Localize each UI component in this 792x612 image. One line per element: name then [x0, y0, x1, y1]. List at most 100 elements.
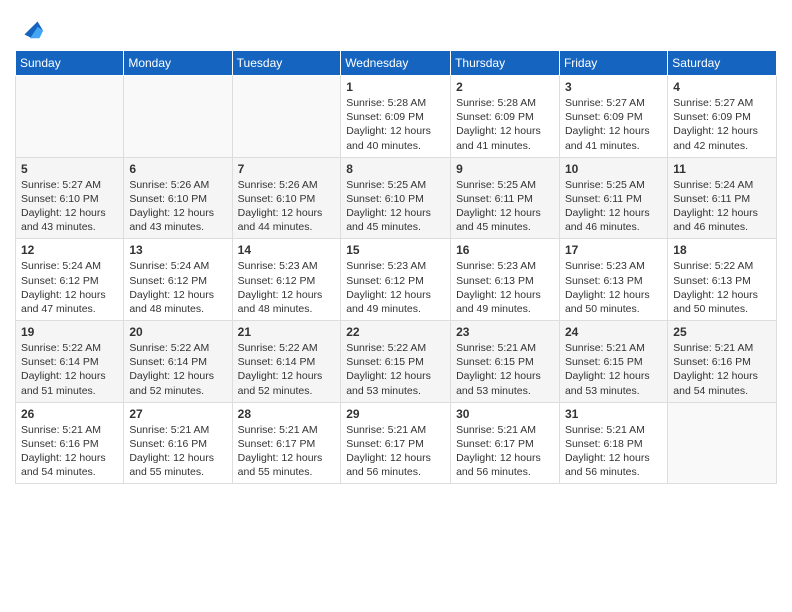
day-info: Sunrise: 5:22 AM Sunset: 6:14 PM Dayligh…	[21, 341, 118, 398]
day-info: Sunrise: 5:25 AM Sunset: 6:10 PM Dayligh…	[346, 178, 445, 235]
day-number: 3	[565, 80, 662, 94]
calendar-cell: 14 Sunrise: 5:23 AM Sunset: 6:12 PM Dayli…	[232, 239, 341, 321]
day-header-friday: Friday	[559, 51, 667, 76]
day-info: Sunrise: 5:22 AM Sunset: 6:14 PM Dayligh…	[129, 341, 226, 398]
day-number: 25	[673, 325, 771, 339]
day-info: Sunrise: 5:26 AM Sunset: 6:10 PM Dayligh…	[238, 178, 336, 235]
day-number: 28	[238, 407, 336, 421]
day-number: 20	[129, 325, 226, 339]
calendar-week-5: 26Sunrise: 5:21 AM Sunset: 6:16 PM Dayli…	[16, 402, 777, 484]
day-number: 22	[346, 325, 445, 339]
calendar-cell: 29 Sunrise: 5:21 AM Sunset: 6:17 PM Dayli…	[341, 402, 451, 484]
day-number: 27	[129, 407, 226, 421]
day-info: Sunrise: 5:25 AM Sunset: 6:11 PM Dayligh…	[565, 178, 662, 235]
calendar-cell: 5Sunrise: 5:27 AM Sunset: 6:10 PM Daylig…	[16, 157, 124, 239]
day-number: 9	[456, 162, 554, 176]
calendar-cell: 24 Sunrise: 5:21 AM Sunset: 6:15 PM Dayli…	[559, 321, 667, 403]
calendar-cell: 8 Sunrise: 5:25 AM Sunset: 6:10 PM Daylig…	[341, 157, 451, 239]
day-number: 7	[238, 162, 336, 176]
day-header-wednesday: Wednesday	[341, 51, 451, 76]
day-info: Sunrise: 5:21 AM Sunset: 6:16 PM Dayligh…	[673, 341, 771, 398]
day-number: 15	[346, 243, 445, 257]
day-number: 11	[673, 162, 771, 176]
day-number: 2	[456, 80, 554, 94]
day-number: 29	[346, 407, 445, 421]
calendar-cell: 19 Sunrise: 5:22 AM Sunset: 6:14 PM Dayli…	[16, 321, 124, 403]
day-number: 17	[565, 243, 662, 257]
calendar-cell	[124, 76, 232, 158]
calendar-cell: 27Sunrise: 5:21 AM Sunset: 6:16 PM Dayli…	[124, 402, 232, 484]
calendar-week-3: 12Sunrise: 5:24 AM Sunset: 6:12 PM Dayli…	[16, 239, 777, 321]
day-header-monday: Monday	[124, 51, 232, 76]
day-number: 13	[129, 243, 226, 257]
calendar-cell: 4Sunrise: 5:27 AM Sunset: 6:09 PM Daylig…	[668, 76, 777, 158]
day-info: Sunrise: 5:22 AM Sunset: 6:14 PM Dayligh…	[238, 341, 336, 398]
calendar-cell: 3 Sunrise: 5:27 AM Sunset: 6:09 PM Daylig…	[559, 76, 667, 158]
day-number: 4	[673, 80, 771, 94]
calendar-cell: 21 Sunrise: 5:22 AM Sunset: 6:14 PM Dayli…	[232, 321, 341, 403]
day-number: 31	[565, 407, 662, 421]
day-number: 26	[21, 407, 118, 421]
calendar-cell: 17 Sunrise: 5:23 AM Sunset: 6:13 PM Dayli…	[559, 239, 667, 321]
day-number: 19	[21, 325, 118, 339]
day-info: Sunrise: 5:24 AM Sunset: 6:12 PM Dayligh…	[129, 259, 226, 316]
day-info: Sunrise: 5:27 AM Sunset: 6:09 PM Dayligh…	[565, 96, 662, 153]
calendar-cell: 20 Sunrise: 5:22 AM Sunset: 6:14 PM Dayli…	[124, 321, 232, 403]
calendar-table: SundayMondayTuesdayWednesdayThursdayFrid…	[15, 50, 777, 484]
day-info: Sunrise: 5:27 AM Sunset: 6:10 PM Dayligh…	[21, 178, 118, 235]
day-info: Sunrise: 5:23 AM Sunset: 6:12 PM Dayligh…	[238, 259, 336, 316]
calendar-header-row: SundayMondayTuesdayWednesdayThursdayFrid…	[16, 51, 777, 76]
calendar-cell: 18 Sunrise: 5:22 AM Sunset: 6:13 PM Dayli…	[668, 239, 777, 321]
calendar-cell: 6Sunrise: 5:26 AM Sunset: 6:10 PM Daylig…	[124, 157, 232, 239]
calendar-cell	[668, 402, 777, 484]
calendar-cell: 12Sunrise: 5:24 AM Sunset: 6:12 PM Dayli…	[16, 239, 124, 321]
day-info: Sunrise: 5:21 AM Sunset: 6:15 PM Dayligh…	[565, 341, 662, 398]
day-info: Sunrise: 5:24 AM Sunset: 6:11 PM Dayligh…	[673, 178, 771, 235]
day-number: 8	[346, 162, 445, 176]
day-number: 21	[238, 325, 336, 339]
calendar-cell	[232, 76, 341, 158]
day-info: Sunrise: 5:21 AM Sunset: 6:17 PM Dayligh…	[346, 423, 445, 480]
day-info: Sunrise: 5:26 AM Sunset: 6:10 PM Dayligh…	[129, 178, 226, 235]
calendar-cell: 28 Sunrise: 5:21 AM Sunset: 6:17 PM Dayli…	[232, 402, 341, 484]
day-info: Sunrise: 5:25 AM Sunset: 6:11 PM Dayligh…	[456, 178, 554, 235]
calendar-cell: 30 Sunrise: 5:21 AM Sunset: 6:17 PM Dayli…	[451, 402, 560, 484]
calendar-cell: 2Sunrise: 5:28 AM Sunset: 6:09 PM Daylig…	[451, 76, 560, 158]
day-number: 14	[238, 243, 336, 257]
day-header-sunday: Sunday	[16, 51, 124, 76]
calendar-cell	[16, 76, 124, 158]
calendar-cell: 13 Sunrise: 5:24 AM Sunset: 6:12 PM Dayli…	[124, 239, 232, 321]
day-header-thursday: Thursday	[451, 51, 560, 76]
calendar-cell: 16 Sunrise: 5:23 AM Sunset: 6:13 PM Dayli…	[451, 239, 560, 321]
calendar-week-2: 5Sunrise: 5:27 AM Sunset: 6:10 PM Daylig…	[16, 157, 777, 239]
calendar-cell: 1Sunrise: 5:28 AM Sunset: 6:09 PM Daylig…	[341, 76, 451, 158]
day-info: Sunrise: 5:21 AM Sunset: 6:18 PM Dayligh…	[565, 423, 662, 480]
day-info: Sunrise: 5:21 AM Sunset: 6:15 PM Dayligh…	[456, 341, 554, 398]
calendar-cell: 31 Sunrise: 5:21 AM Sunset: 6:18 PM Dayli…	[559, 402, 667, 484]
day-number: 23	[456, 325, 554, 339]
day-info: Sunrise: 5:21 AM Sunset: 6:17 PM Dayligh…	[456, 423, 554, 480]
day-info: Sunrise: 5:24 AM Sunset: 6:12 PM Dayligh…	[21, 259, 118, 316]
day-header-saturday: Saturday	[668, 51, 777, 76]
page-header	[15, 10, 777, 42]
calendar-cell: 9 Sunrise: 5:25 AM Sunset: 6:11 PM Daylig…	[451, 157, 560, 239]
day-number: 10	[565, 162, 662, 176]
calendar-cell: 25 Sunrise: 5:21 AM Sunset: 6:16 PM Dayli…	[668, 321, 777, 403]
calendar-cell: 7 Sunrise: 5:26 AM Sunset: 6:10 PM Daylig…	[232, 157, 341, 239]
day-number: 16	[456, 243, 554, 257]
calendar-cell: 15 Sunrise: 5:23 AM Sunset: 6:12 PM Dayli…	[341, 239, 451, 321]
day-number: 30	[456, 407, 554, 421]
day-info: Sunrise: 5:28 AM Sunset: 6:09 PM Dayligh…	[346, 96, 445, 153]
day-info: Sunrise: 5:22 AM Sunset: 6:13 PM Dayligh…	[673, 259, 771, 316]
day-number: 18	[673, 243, 771, 257]
logo	[15, 14, 45, 42]
calendar-cell: 26Sunrise: 5:21 AM Sunset: 6:16 PM Dayli…	[16, 402, 124, 484]
day-info: Sunrise: 5:21 AM Sunset: 6:17 PM Dayligh…	[238, 423, 336, 480]
day-info: Sunrise: 5:23 AM Sunset: 6:13 PM Dayligh…	[565, 259, 662, 316]
day-number: 24	[565, 325, 662, 339]
calendar-week-1: 1Sunrise: 5:28 AM Sunset: 6:09 PM Daylig…	[16, 76, 777, 158]
calendar-cell: 11 Sunrise: 5:24 AM Sunset: 6:11 PM Dayli…	[668, 157, 777, 239]
day-info: Sunrise: 5:23 AM Sunset: 6:13 PM Dayligh…	[456, 259, 554, 316]
calendar-cell: 23 Sunrise: 5:21 AM Sunset: 6:15 PM Dayli…	[451, 321, 560, 403]
day-info: Sunrise: 5:23 AM Sunset: 6:12 PM Dayligh…	[346, 259, 445, 316]
